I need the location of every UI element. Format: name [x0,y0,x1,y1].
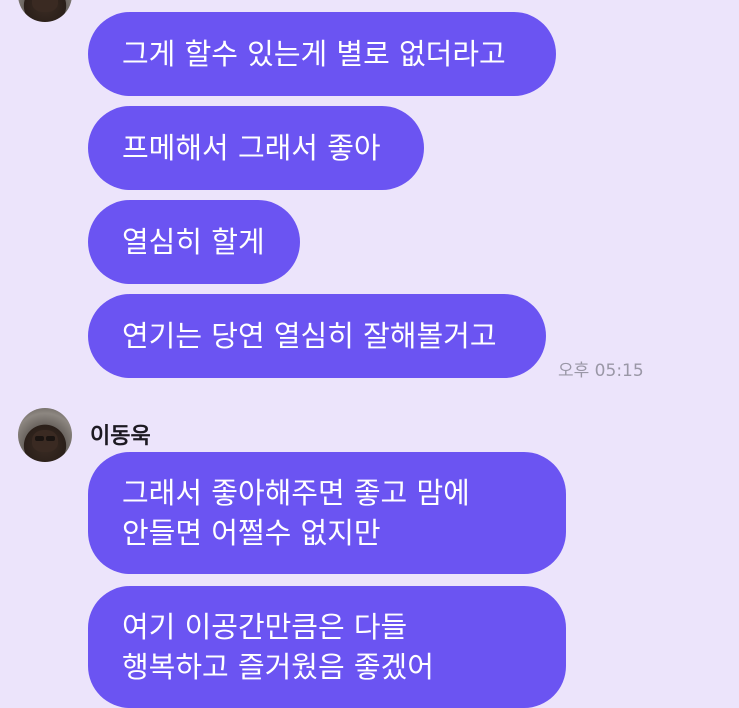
avatar-face [32,0,58,12]
glasses-right [46,436,55,441]
message-bubble[interactable]: 그게 할수 있는게 별로 없더라고 [88,12,556,96]
message-line: 그래서 좋아해주면 좋고 맘에 [122,476,470,510]
message-bubble[interactable]: 프메해서 그래서 좋아 [88,106,424,190]
message-text: 그게 할수 있는게 별로 없더라고 [122,37,506,71]
avatar-face [32,430,58,452]
message-timestamp: 오후 05:15 [558,361,644,381]
message-bubble[interactable]: 연기는 당연 열심히 잘해볼거고 [88,294,546,378]
message-bubble[interactable]: 열심히 할게 [88,200,300,284]
message-line: 여기 이공간만큼은 다들 [122,610,408,644]
sender-avatar[interactable] [18,408,72,462]
message-bubble[interactable]: 그래서 좋아해주면 좋고 맘에 안들면 어쩔수 없지만 [88,452,566,574]
message-text: 프메해서 그래서 좋아 [122,131,381,165]
sender-name: 이동욱 [90,424,151,449]
glasses-left [35,436,44,441]
message-text: 연기는 당연 열심히 잘해볼거고 [122,319,497,353]
message-text: 열심히 할게 [122,225,265,259]
message-bubble[interactable]: 여기 이공간만큼은 다들 행복하고 즐거웠음 좋겠어 [88,586,566,708]
message-line: 행복하고 즐거웠음 좋겠어 [122,650,434,684]
message-line: 안들면 어쩔수 없지만 [122,516,381,550]
avatar[interactable] [18,0,72,22]
